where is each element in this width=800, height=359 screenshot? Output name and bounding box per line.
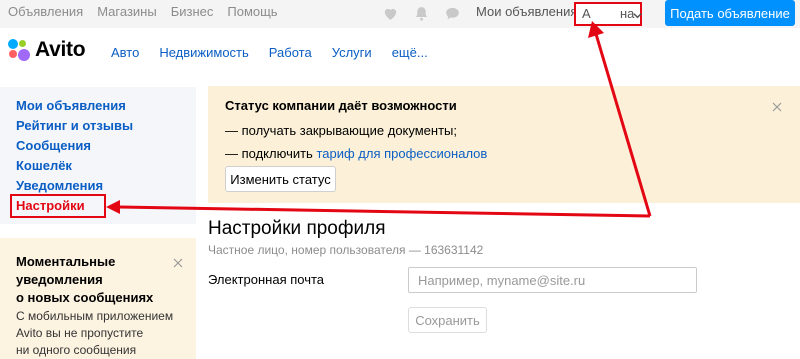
logo-dots-icon [8, 39, 30, 61]
sidebar-item-wallet[interactable]: Кошелёк [16, 158, 72, 173]
user-name-first: А [582, 6, 591, 21]
nav-jobs[interactable]: Работа [269, 45, 312, 60]
sidebar-item-my-ads[interactable]: Мои объявления [16, 98, 126, 113]
save-button[interactable]: Сохранить [408, 307, 487, 333]
top-nav-business[interactable]: Бизнес [171, 4, 214, 19]
nav-more[interactable]: ещё... [392, 45, 428, 60]
page-title: Настройки профиля [208, 218, 386, 239]
user-menu[interactable]: А на [574, 2, 642, 26]
chat-icon[interactable] [444, 5, 461, 22]
nav-auto[interactable]: Авто [111, 45, 139, 60]
top-nav-shops[interactable]: Магазины [97, 4, 157, 19]
tariff-link[interactable]: тариф для профессионалов [316, 146, 487, 161]
notification-title: Моментальные уведомления о новых сообщен… [16, 254, 154, 305]
email-field[interactable] [408, 267, 697, 293]
sidebar-item-notifications[interactable]: Уведомления [16, 178, 103, 193]
nav-realty[interactable]: Недвижимость [159, 45, 248, 60]
promo-line-tariff: — подключить тариф для профессионалов [225, 146, 488, 161]
email-label: Электронная почта [208, 272, 325, 287]
top-icons [382, 5, 461, 22]
nav-services[interactable]: Услуги [332, 45, 372, 60]
bell-icon[interactable] [413, 5, 430, 22]
top-nav-ads[interactable]: Объявления [8, 4, 83, 19]
user-id-subtitle: Частное лицо, номер пользователя — 16363… [208, 243, 484, 257]
avito-logo[interactable]: Avito [8, 38, 86, 62]
logo-text: Avito [35, 38, 86, 61]
heart-icon[interactable] [382, 5, 399, 22]
change-status-button[interactable]: Изменить статус [225, 166, 336, 192]
main-nav: Авто Недвижимость Работа Услуги ещё... [111, 45, 428, 60]
app-notification-banner: Моментальные уведомления о новых сообщен… [0, 238, 196, 359]
sidebar: Мои объявления Рейтинг и отзывы Сообщени… [0, 87, 196, 224]
notification-text: С мобильным приложением Avito вы не проп… [16, 309, 174, 357]
top-nav: Объявления Магазины Бизнес Помощь [8, 4, 278, 19]
top-bar: Объявления Магазины Бизнес Помощь Мои об… [0, 0, 800, 28]
close-icon[interactable] [173, 256, 183, 271]
sidebar-item-rating[interactable]: Рейтинг и отзывы [16, 118, 133, 133]
chevron-down-icon [633, 8, 642, 23]
close-icon[interactable] [772, 100, 782, 115]
my-ads-link[interactable]: Мои объявления [476, 4, 577, 19]
promo-line-documents: — получать закрывающие документы; [225, 123, 457, 138]
post-ad-button[interactable]: Подать объявление [665, 0, 795, 26]
sidebar-item-settings[interactable]: Настройки [16, 198, 85, 213]
promo-title: Статус компании даёт возможности [225, 98, 457, 113]
sidebar-item-messages[interactable]: Сообщения [16, 138, 91, 153]
top-nav-help[interactable]: Помощь [227, 4, 277, 19]
company-status-banner: Статус компании даёт возможности — получ… [208, 86, 800, 203]
